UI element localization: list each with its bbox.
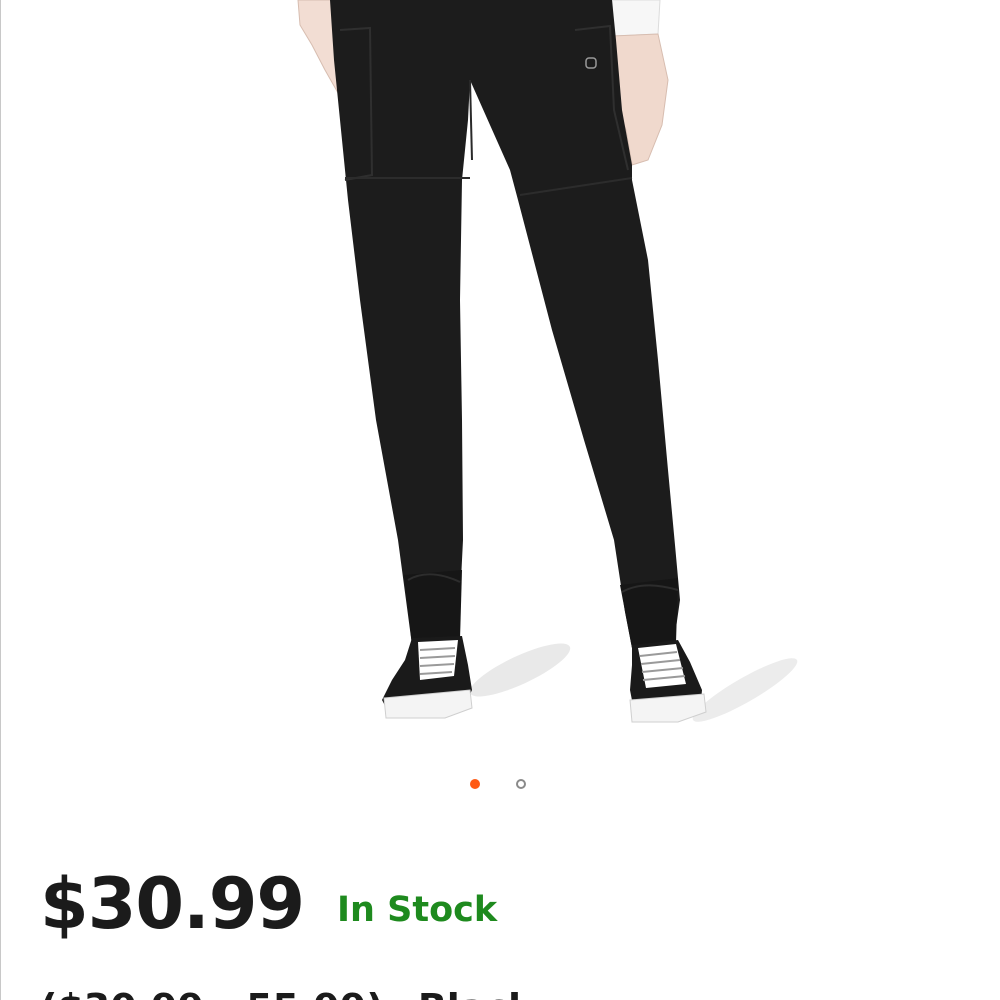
product-image[interactable] xyxy=(0,0,1000,760)
carousel-dot-1[interactable] xyxy=(470,779,480,789)
carousel-dot-2[interactable] xyxy=(516,779,526,789)
stock-status: In Stock xyxy=(337,890,498,930)
image-carousel-pager xyxy=(0,779,1000,793)
selected-color: Black xyxy=(418,986,533,1000)
price-range-row: ($30.99 - 55.99) Black xyxy=(40,985,567,1000)
price-range: ($30.99 - 55.99) xyxy=(40,986,384,1000)
product-price: $30.99 xyxy=(40,863,305,945)
product-page: $30.99 In Stock ($30.99 - 55.99) Black xyxy=(0,0,1000,1000)
